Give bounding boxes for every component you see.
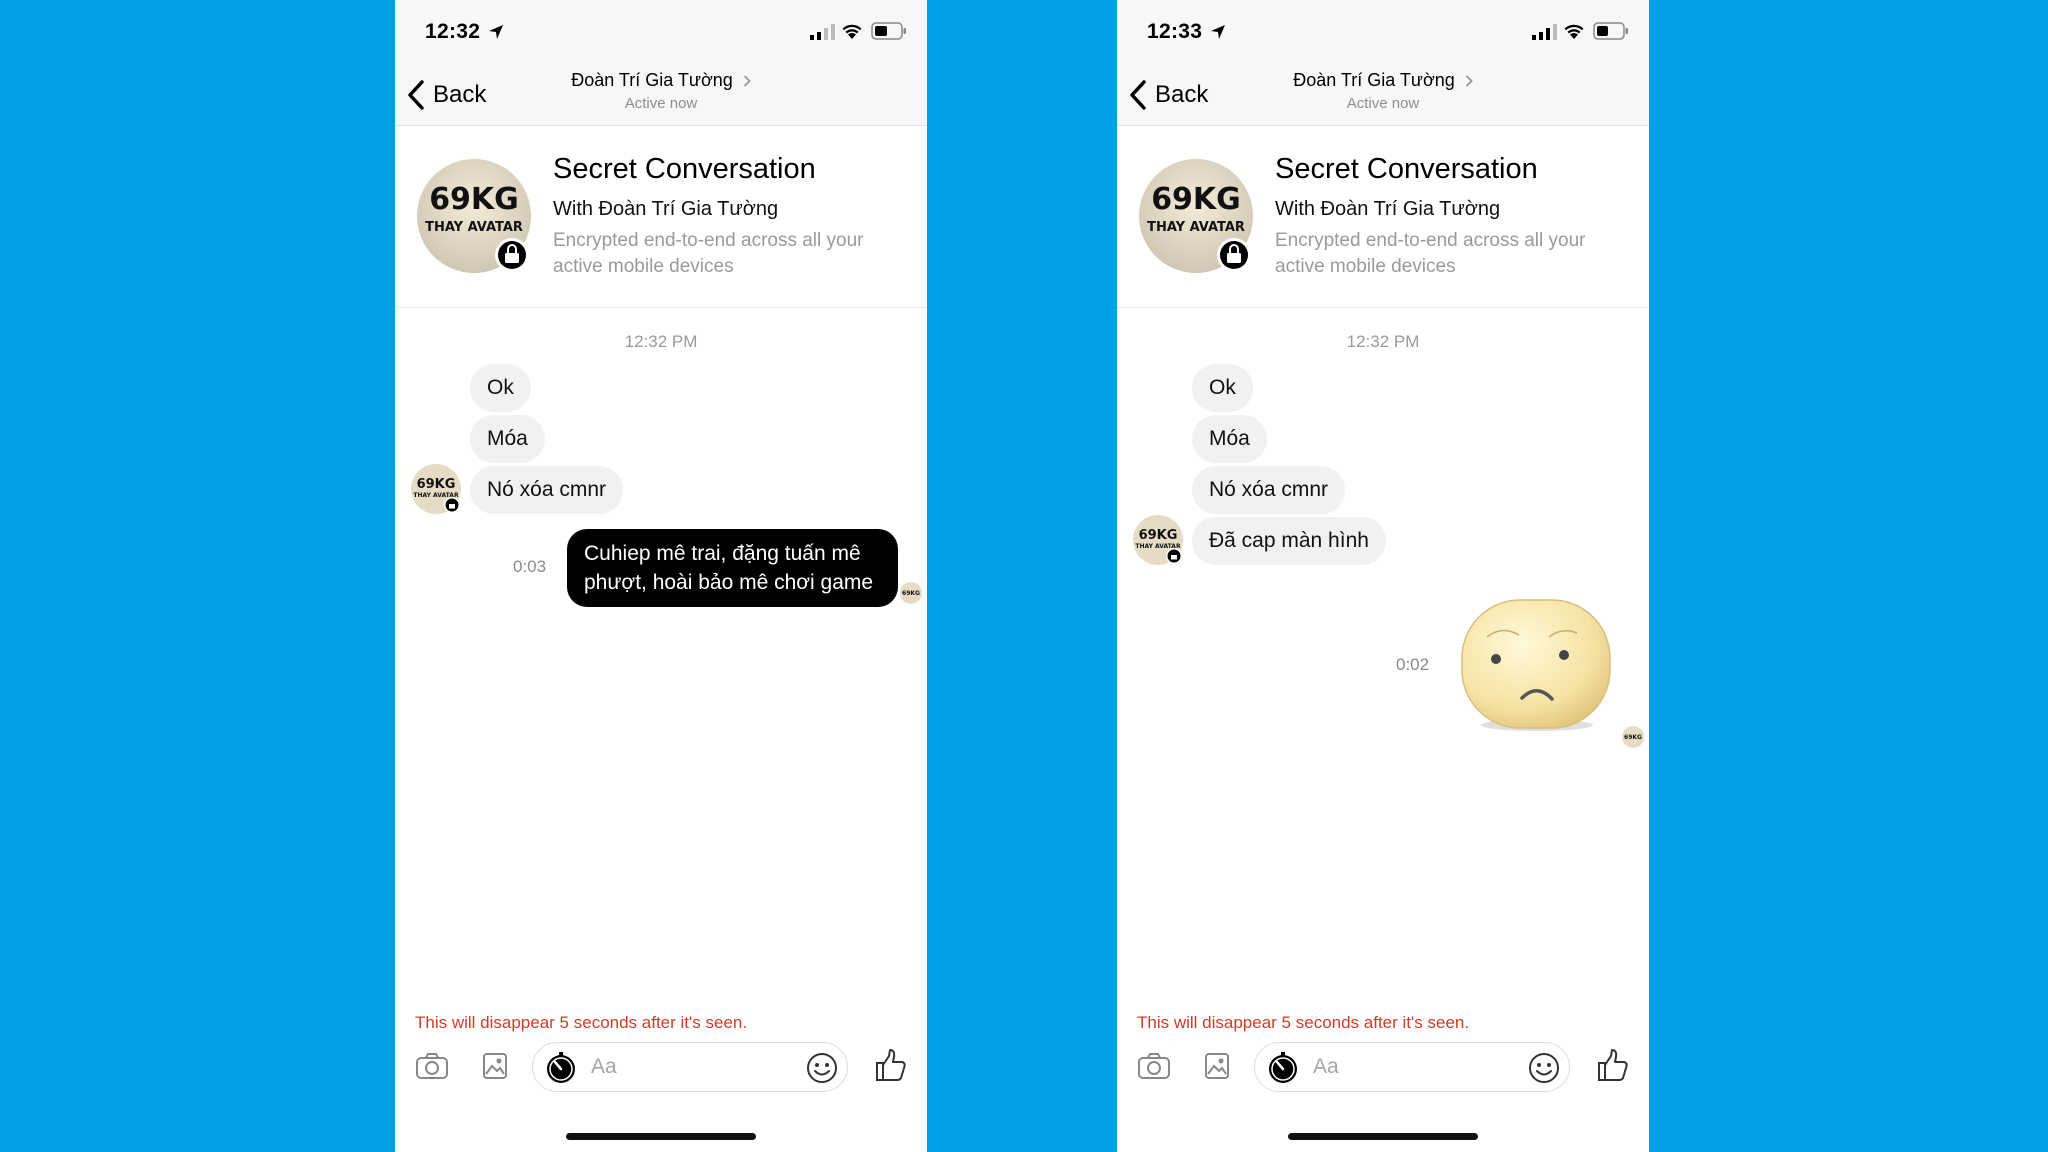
camera-icon[interactable] (1137, 1052, 1171, 1080)
message-timestamp: 12:32 PM (624, 332, 698, 351)
with-contact: With Đoàn Trí Gia Tường (1275, 198, 1501, 220)
status-bar: 12:33 (1117, 0, 1649, 64)
secret-conversation-header: 69KG THAY AVATAR Secret Conversation Wit… (395, 127, 927, 308)
status-time: 12:33 (1147, 20, 1203, 43)
conversation-title[interactable]: Đoàn Trí Gia Tường Active now (395, 70, 927, 112)
avatar: 69KG THAY AVATAR (417, 159, 531, 273)
wifi-icon (1564, 24, 1584, 39)
input-placeholder: Aa (1313, 1055, 1339, 1078)
composer-bar: Aa (395, 1040, 927, 1096)
location-arrow-icon (489, 25, 503, 39)
camera-icon[interactable] (415, 1052, 449, 1080)
received-message[interactable]: Nó xóa cmnr (470, 466, 624, 514)
signal-icon (810, 24, 835, 40)
wifi-icon (842, 24, 862, 39)
svg-text:THAY AVATAR: THAY AVATAR (1147, 220, 1245, 235)
disappear-notice: This will disappear 5 seconds after it's… (1137, 1013, 1470, 1032)
received-message[interactable]: Đã cap màn hình (1192, 517, 1386, 565)
received-message[interactable]: Móa (1192, 415, 1267, 463)
encryption-description: Encrypted end-to-end across all your act… (1275, 230, 1586, 277)
contact-avatar[interactable]: 69KG THAY AVATAR (1133, 515, 1183, 565)
home-indicator[interactable] (566, 1133, 756, 1140)
svg-text:69KG: 69KG (1139, 528, 1178, 543)
received-message[interactable]: Móa (470, 415, 545, 463)
home-indicator[interactable] (1288, 1133, 1478, 1140)
conversation-title[interactable]: Đoàn Trí Gia Tường Active now (1117, 70, 1649, 112)
message-input[interactable]: Aa (532, 1042, 848, 1092)
message-timestamp: 12:32 PM (1346, 332, 1420, 351)
location-arrow-icon (1211, 25, 1225, 39)
status-time: 12:32 (425, 20, 481, 43)
read-receipt-avatar: 69KG (1622, 726, 1644, 748)
message-input[interactable]: Aa (1254, 1042, 1570, 1092)
gallery-icon[interactable] (482, 1052, 508, 1080)
active-status: Active now (624, 95, 698, 112)
gallery-icon[interactable] (1204, 1052, 1230, 1080)
composer-bar: Aa (1117, 1040, 1649, 1096)
disappearing-timer-icon[interactable] (545, 1052, 577, 1084)
active-status: Active now (1346, 95, 1420, 112)
thumbs-up-icon[interactable] (1597, 1048, 1629, 1082)
sent-message[interactable]: Cuhiep mê trai, đặng tuấn mê phượt, hoài… (567, 529, 898, 607)
avatar: 69KG THAY AVATAR (1139, 159, 1253, 273)
encryption-description: Encrypted end-to-end across all your act… (553, 230, 864, 277)
thumbs-up-icon[interactable] (875, 1048, 907, 1082)
sad-face-sticker[interactable] (1457, 597, 1612, 735)
disappear-notice: This will disappear 5 seconds after it's… (415, 1013, 748, 1032)
phone-screen-right: 12:33 Back Đoàn Trí Gia Tường Active now… (1117, 0, 1649, 1152)
status-bar: 12:32 (395, 0, 927, 64)
input-placeholder: Aa (591, 1055, 617, 1078)
received-message[interactable]: Ok (1192, 364, 1253, 412)
battery-icon (871, 22, 906, 40)
phone-screen-left: 12:32 Back Đoàn Trí Gia Tường Active now… (395, 0, 927, 1152)
disappearing-timer-icon[interactable] (1267, 1052, 1299, 1084)
secret-conversation-title: Secret Conversation (1275, 153, 1538, 185)
self-destruct-timer: 0:03 (513, 557, 547, 576)
secret-conversation-title: Secret Conversation (553, 153, 816, 185)
svg-text:THAY AVATAR: THAY AVATAR (425, 220, 523, 235)
svg-text:69KG: 69KG (417, 477, 456, 492)
nav-bar: Back Đoàn Trí Gia Tường Active now (1117, 64, 1649, 126)
svg-text:69KG: 69KG (1151, 182, 1241, 217)
received-message[interactable]: Nó xóa cmnr (1192, 466, 1346, 514)
svg-text:69KG: 69KG (429, 182, 519, 217)
self-destruct-timer: 0:02 (1396, 655, 1430, 674)
svg-text:69KG: 69KG (902, 590, 920, 597)
svg-text:69KG: 69KG (1624, 734, 1642, 741)
nav-bar: Back Đoàn Trí Gia Tường Active now (395, 64, 927, 126)
secret-conversation-header: 69KG THAY AVATAR Secret Conversation Wit… (1117, 127, 1649, 308)
contact-name: Đoàn Trí Gia Tường (571, 70, 733, 90)
contact-name: Đoàn Trí Gia Tường (1293, 70, 1455, 90)
battery-icon (1593, 22, 1628, 40)
with-contact: With Đoàn Trí Gia Tường (553, 198, 779, 220)
read-receipt-avatar: 69KG (900, 582, 922, 604)
emoji-icon[interactable] (1528, 1052, 1560, 1084)
contact-avatar[interactable]: 69KG THAY AVATAR (411, 464, 461, 514)
signal-icon (1532, 24, 1557, 40)
emoji-icon[interactable] (806, 1052, 838, 1084)
received-message[interactable]: Ok (470, 364, 531, 412)
chevron-right-icon (743, 74, 751, 87)
chevron-right-icon (1465, 74, 1473, 87)
